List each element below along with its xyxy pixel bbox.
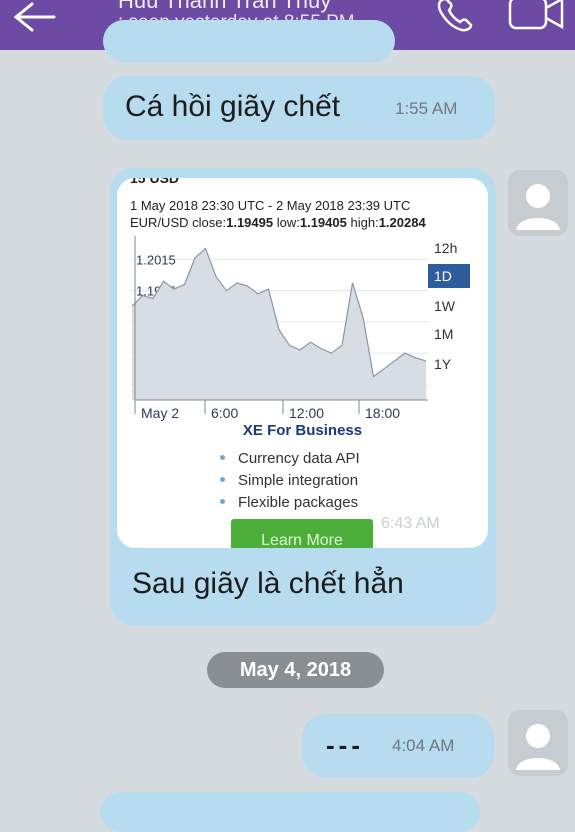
phone-call-icon[interactable] bbox=[436, 0, 474, 32]
bullet-icon bbox=[220, 499, 225, 504]
promo-title: XE For Business bbox=[242, 422, 363, 439]
message-time: 6:43 AM bbox=[381, 515, 440, 532]
promo-item: Flexible packages bbox=[238, 494, 359, 511]
range-button-1m[interactable]: 1M bbox=[428, 322, 470, 346]
message-time: 4:04 AM bbox=[392, 736, 455, 755]
x-tick-label: 6:00 bbox=[211, 405, 238, 421]
message-text: Sau giãy là chết hẳn bbox=[132, 567, 404, 600]
x-tick-label: 18:00 bbox=[365, 405, 400, 421]
promo-item: Currency data API bbox=[238, 450, 360, 467]
date-separator: May 4, 2018 bbox=[207, 652, 384, 688]
y-tick-label: 1.2015 bbox=[136, 252, 176, 267]
x-tick-label: May 2 bbox=[141, 405, 179, 421]
promo-item: Simple integration bbox=[238, 472, 359, 489]
message-bubble-partial bbox=[100, 792, 480, 832]
video-call-icon[interactable] bbox=[506, 0, 566, 32]
user-avatar-icon bbox=[516, 184, 560, 230]
message-bubble[interactable]: --- 4:04 AM bbox=[302, 714, 494, 778]
learn-more-button[interactable]: Learn More bbox=[231, 519, 373, 548]
back-arrow-icon[interactable] bbox=[12, 2, 56, 32]
range-button-1d[interactable]: 1D bbox=[428, 264, 470, 288]
bullet-icon bbox=[220, 477, 225, 482]
message-time: 1:55 AM bbox=[395, 99, 458, 118]
avatar[interactable] bbox=[508, 710, 568, 776]
chart-image-card[interactable]: 15 USD 1 May 2018 23:30 UTC - 2 May 2018… bbox=[117, 178, 488, 548]
x-tick-label: 12:00 bbox=[289, 405, 324, 421]
message-text: --- bbox=[326, 730, 364, 760]
range-button-1w[interactable]: 1W bbox=[428, 294, 470, 318]
bullet-icon bbox=[220, 455, 225, 460]
range-button-12h[interactable]: 12h bbox=[428, 236, 470, 260]
avatar[interactable] bbox=[508, 170, 568, 236]
message-bubble-partial bbox=[103, 20, 395, 62]
range-button-1y[interactable]: 1Y bbox=[428, 352, 470, 376]
message-text: Cá hồi giãy chết bbox=[125, 90, 341, 123]
user-avatar-icon bbox=[516, 724, 560, 770]
message-bubble[interactable]: Cá hồi giãy chết 1:55 AM bbox=[103, 76, 495, 140]
